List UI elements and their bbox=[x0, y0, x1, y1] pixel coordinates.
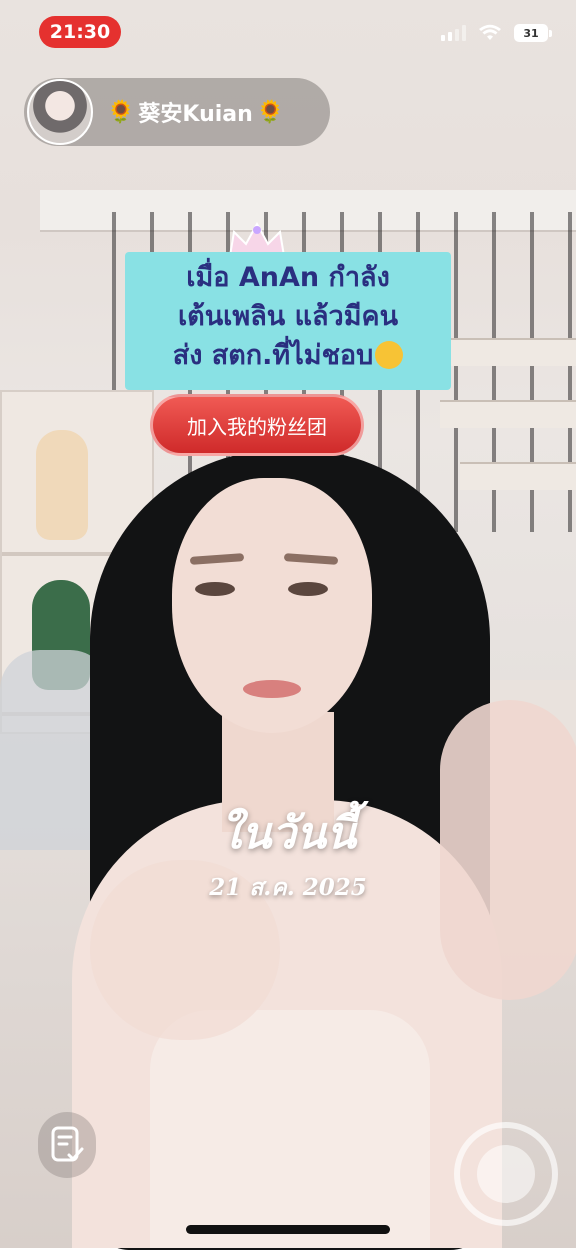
status-time: 21:30 bbox=[39, 16, 121, 48]
stair-step bbox=[460, 462, 576, 490]
caption-box: เมื่อ AnAn กำลัง เต้นเพลิน แล้วมีคน ส่ง … bbox=[125, 252, 451, 390]
streamer-profile[interactable]: 🌻 葵安Kuian 🌻 bbox=[24, 78, 330, 146]
lips bbox=[243, 680, 301, 698]
eye bbox=[195, 582, 235, 596]
home-indicator[interactable] bbox=[186, 1225, 390, 1234]
caption-line: ส่ง สตก.ที่ไม่ชอบ bbox=[172, 340, 374, 371]
record-button[interactable] bbox=[454, 1122, 558, 1226]
overlay-title: ในวันนี้ bbox=[219, 808, 357, 859]
laughing-emoji-icon bbox=[375, 340, 404, 369]
live-stream-video bbox=[0, 0, 576, 1250]
join-fan-club-button[interactable]: 加入我的粉丝团 bbox=[150, 394, 364, 456]
overlay-date: 21 ส.ค. 2025 bbox=[209, 874, 367, 901]
stair-step bbox=[440, 400, 576, 428]
record-button-inner bbox=[477, 1145, 535, 1203]
wifi-icon bbox=[479, 24, 501, 40]
eye bbox=[288, 582, 328, 596]
status-indicators: 31 bbox=[441, 24, 552, 42]
avatar[interactable] bbox=[27, 79, 93, 145]
cellular-signal-icon bbox=[441, 25, 466, 41]
sunflower-icon: 🌻 bbox=[107, 99, 135, 125]
battery-level: 31 bbox=[523, 26, 539, 40]
toy-figure bbox=[36, 430, 88, 540]
notes-check-icon bbox=[51, 1126, 84, 1162]
person-blouse bbox=[150, 1010, 430, 1248]
battery-icon: 31 bbox=[514, 24, 552, 42]
caption-line: เต้นเพลิน แล้วมีคน bbox=[177, 301, 399, 332]
streamer-name-row: 🌻 葵安Kuian 🌻 bbox=[107, 96, 284, 128]
notes-button[interactable] bbox=[38, 1112, 96, 1178]
sunflower-icon: 🌻 bbox=[256, 99, 285, 125]
caption-line-3: ส่ง สตก.ที่ไม่ชอบ bbox=[125, 336, 451, 375]
streamer-name: 葵安Kuian bbox=[138, 102, 253, 127]
caption-line: เมื่อ AnAn กำลัง bbox=[186, 262, 390, 293]
